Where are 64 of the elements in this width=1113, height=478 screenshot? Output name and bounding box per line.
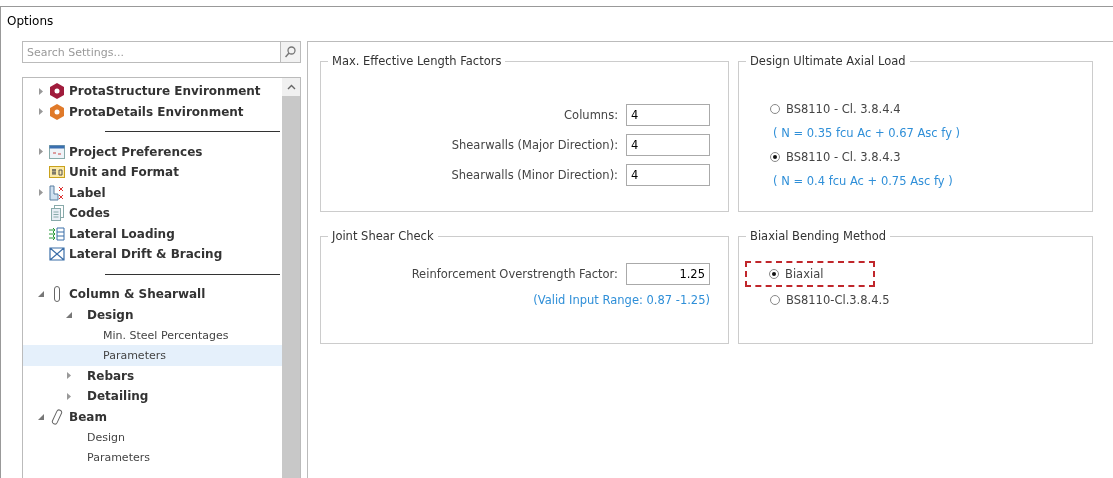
tree-item[interactable]: Lateral Drift & Bracing xyxy=(23,243,282,265)
group-title: Joint Shear Check xyxy=(330,229,435,243)
tree-item[interactable]: Unit and Format xyxy=(23,162,282,183)
tree-item[interactable]: Design xyxy=(23,304,282,325)
tree-item[interactable]: Label xyxy=(23,182,282,203)
input-field[interactable]: 4 xyxy=(626,164,710,186)
expanded-arrow-icon[interactable] xyxy=(38,291,44,298)
tree-item[interactable]: Project Preferences xyxy=(23,141,282,163)
field-label: Reinforcement Overstrength Factor: xyxy=(411,267,618,281)
option-label: BS8110 - Cl. 3.8.4.4 xyxy=(786,102,901,116)
field-label: Shearwalls (Minor Direction): xyxy=(451,168,618,182)
tree-item[interactable]: Column & Shearwall xyxy=(23,284,282,305)
option-label: BS8110 - Cl. 3.8.4.3 xyxy=(786,150,901,164)
field-label: Columns: xyxy=(564,108,618,122)
tree-item[interactable]: ProtaStructure Environment xyxy=(23,81,282,102)
tree-item[interactable]: Rebars xyxy=(23,365,282,387)
input-field[interactable]: 4 xyxy=(626,134,710,156)
expanded-arrow-icon[interactable] xyxy=(38,413,44,420)
search-field[interactable]: Search Settings... xyxy=(22,41,280,63)
search-icon xyxy=(285,46,296,58)
formula-text: ( N = 0.4 fcu Ac + 0.75 Asc fy ) xyxy=(773,174,953,188)
scrollbar[interactable] xyxy=(282,78,300,478)
document-icon xyxy=(50,205,64,222)
tree-item[interactable]: Parameters xyxy=(23,345,282,366)
tree-item[interactable]: ProtaDetails Environment xyxy=(23,101,282,122)
tree-item[interactable]: Beam xyxy=(23,406,282,427)
collapsed-arrow-icon[interactable] xyxy=(39,87,43,95)
input-field[interactable]: 4 xyxy=(626,104,710,126)
tree-item[interactable]: Design xyxy=(23,426,282,448)
radio-option[interactable]: BS8110-Cl.3.8.4.5 xyxy=(745,287,892,313)
tree-item[interactable]: Min. Steel Percentages xyxy=(23,324,282,346)
hexagon-icon xyxy=(50,83,64,100)
window-icon xyxy=(49,144,65,159)
group-title: Max. Effective Length Factors xyxy=(331,54,503,68)
radio-option[interactable]: BS8110 - Cl. 3.8.4.3 xyxy=(745,144,903,170)
field-label: Shearwalls (Major Direction): xyxy=(451,138,618,152)
tree-item[interactable]: Parameters xyxy=(23,447,282,468)
radio-option[interactable]: BS8110 - Cl. 3.8.4.4 xyxy=(745,96,903,122)
formula-text: ( N = 0.35 fcu Ac + 0.67 Asc fy ) xyxy=(773,126,961,140)
expanded-arrow-icon[interactable] xyxy=(66,311,72,318)
collapsed-arrow-icon[interactable] xyxy=(39,108,43,116)
window-title: Options xyxy=(6,13,55,30)
number-format-icon xyxy=(49,166,65,179)
option-label: Biaxial xyxy=(785,267,824,281)
collapsed-arrow-icon[interactable] xyxy=(39,148,43,156)
beam-icon xyxy=(51,408,63,425)
collapsed-arrow-icon[interactable] xyxy=(39,189,43,197)
tree-item[interactable]: Lateral Loading xyxy=(23,223,282,244)
search-button[interactable] xyxy=(280,41,301,63)
collapsed-arrow-icon[interactable] xyxy=(67,372,71,380)
hexagon-icon xyxy=(50,103,64,120)
bracing-icon xyxy=(49,246,65,261)
option-label: BS8110-Cl.3.8.4.5 xyxy=(786,293,890,307)
column-icon xyxy=(52,286,62,303)
collapsed-arrow-icon[interactable] xyxy=(67,392,71,400)
label-grid-icon xyxy=(49,184,65,201)
lateral-load-icon xyxy=(49,226,65,241)
tree-item[interactable]: Detailing xyxy=(23,386,282,407)
tree-item[interactable]: Codes xyxy=(23,202,282,224)
input-field[interactable]: 1.25 xyxy=(626,263,710,285)
valid-range-note: (Valid Input Range: 0.87 -1.25) xyxy=(533,293,710,307)
group-title: Biaxial Bending Method xyxy=(749,229,888,243)
group-title: Design Ultimate Axial Load xyxy=(749,54,907,68)
scroll-up-icon[interactable] xyxy=(286,84,296,90)
